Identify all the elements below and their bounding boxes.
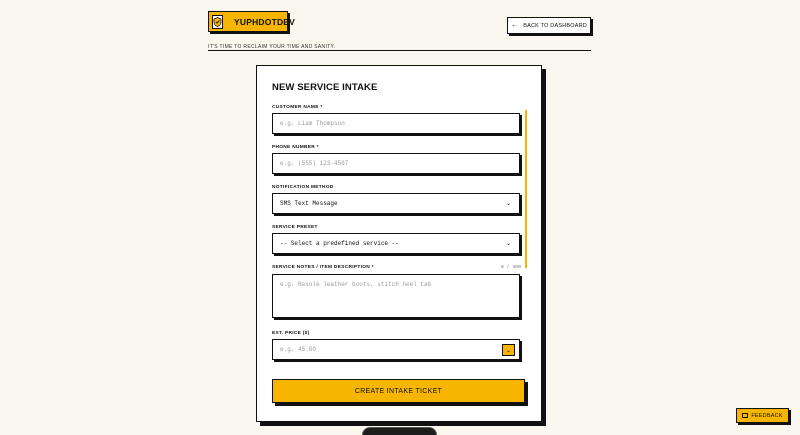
create-intake-ticket-button[interactable]: CREATE INTAKE TICKET (272, 379, 525, 403)
customer-name-placeholder: e.g. Liam Thompson (280, 120, 345, 127)
customer-name-label: CUSTOMER NAME * (272, 105, 323, 110)
customer-name-input[interactable]: e.g. Liam Thompson (272, 113, 520, 134)
chevron-down-icon[interactable]: ⌄ (502, 344, 515, 356)
notification-method-label: NOTIFICATION METHOD (272, 185, 334, 190)
service-notes-textarea[interactable]: e.g. Resole leather boots, stitch heel t… (272, 274, 520, 318)
notification-method-value: SMS Text Message (280, 200, 338, 207)
phone-number-label: PHONE NUMBER * (272, 145, 319, 150)
submit-button-label: CREATE INTAKE TICKET (354, 387, 443, 395)
bottom-toolbar-handle[interactable] (362, 427, 437, 435)
est-price-placeholder: e.g. 45.00 (280, 346, 317, 353)
back-to-dashboard-button[interactable]: ← BACK TO DASHBOARD (507, 17, 591, 34)
back-button-label: BACK TO DASHBOARD (523, 22, 587, 29)
phone-number-input[interactable]: e.g. (555) 123-4567 (272, 153, 520, 174)
brand-logo[interactable]: YUPHDOTDEV (208, 11, 295, 32)
service-preset-label: SERVICE PRESET (272, 225, 318, 230)
header-divider (208, 50, 591, 51)
chevron-down-icon: ⌄ (505, 200, 511, 207)
service-preset-select[interactable]: -- Select a predefined service -- ⌄ (272, 233, 520, 254)
service-notes-placeholder: e.g. Resole leather boots, stitch heel t… (280, 281, 432, 288)
notification-method-select[interactable]: SMS Text Message ⌄ (272, 193, 520, 214)
feedback-label: FEEDBACK (751, 412, 783, 419)
est-price-input[interactable]: e.g. 45.00 ⌄ (272, 339, 520, 360)
shield-check-icon (212, 14, 223, 29)
chevron-down-icon: ⌄ (505, 240, 511, 247)
brand-name: YUPHDOTDEV (234, 16, 296, 27)
est-price-label: EST. PRICE ($) (272, 331, 310, 336)
feedback-button[interactable]: FEEDBACK (736, 408, 789, 423)
character-counter: 0 / 300 (500, 265, 521, 270)
chat-bubble-icon (742, 413, 749, 418)
service-notes-label: SERVICE NOTES / ITEM DESCRIPTION * (272, 265, 374, 270)
arrow-left-icon: ← (511, 22, 519, 29)
service-preset-value: -- Select a predefined service -- (280, 240, 399, 247)
form-title: NEW SERVICE INTAKE (272, 82, 378, 93)
intake-form-card: NEW SERVICE INTAKE CUSTOMER NAME * e.g. … (256, 65, 542, 422)
phone-number-placeholder: e.g. (555) 123-4567 (280, 160, 349, 167)
scrollbar[interactable] (525, 110, 527, 268)
